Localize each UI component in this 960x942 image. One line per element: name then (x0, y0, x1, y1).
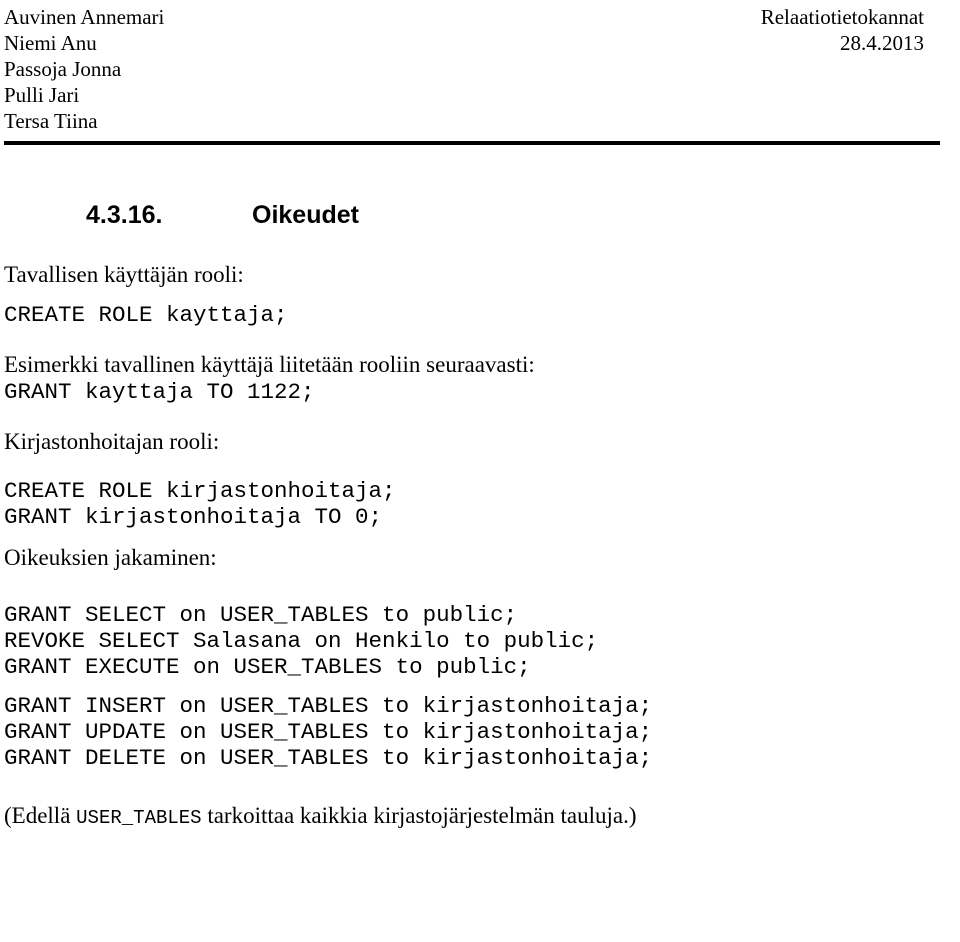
list-item: Passoja Jonna (4, 57, 122, 81)
code-create-role-kirjastonhoitaja: CREATE ROLE kirjastonhoitaja; (4, 478, 396, 504)
code-create-role-kayttaja: CREATE ROLE kayttaja; (4, 302, 288, 328)
document-body: Tavallisen käyttäjän rooli: CREATE ROLE … (4, 260, 940, 833)
list-item: Pulli Jari (4, 83, 80, 107)
note-user-tables: (Edellä USER_TABLES tarkoittaa kaikkia k… (4, 801, 940, 833)
label-librarian-role: Kirjastonhoitajan rooli: (4, 429, 220, 454)
code-grant-insert-librarian: GRANT INSERT on USER_TABLES to kirjaston… (4, 693, 653, 719)
section-title: Oikeudet (252, 201, 359, 229)
label-example-attach: Esimerkki tavallinen käyttäjä liitetään … (4, 352, 535, 377)
header-divider (4, 141, 940, 145)
code-grant-kayttaja: GRANT kayttaja TO 1122; (4, 379, 315, 405)
document-page: Auvinen Annemari Niemi Anu Passoja Jonna… (0, 0, 960, 942)
note-mono-term: USER_TABLES (76, 807, 202, 829)
note-suffix: tarkoittaa kaikkia kirjastojärjestelmän … (201, 803, 637, 828)
section-number: 4.3.16. (86, 201, 163, 229)
document-header: Auvinen Annemari Niemi Anu Passoja Jonna… (4, 0, 940, 145)
code-grant-update-librarian: GRANT UPDATE on USER_TABLES to kirjaston… (4, 719, 653, 745)
note-prefix: (Edellä (4, 803, 77, 828)
code-grant-delete-librarian: GRANT DELETE on USER_TABLES to kirjaston… (4, 745, 653, 771)
label-basic-user-role: Tavallisen käyttäjän rooli: (4, 262, 244, 287)
code-grant-select-public: GRANT SELECT on USER_TABLES to public; (4, 602, 518, 628)
label-granting-rights: Oikeuksien jakaminen: (4, 545, 217, 570)
code-grant-execute-public: GRANT EXECUTE on USER_TABLES to public; (4, 654, 531, 680)
list-item: Tersa Tiina (4, 109, 98, 133)
page-title: 4.3.16. Oikeudet (4, 200, 940, 230)
code-revoke-select-salasana: REVOKE SELECT Salasana on Henkilo to pub… (4, 628, 599, 654)
code-grant-kirjastonhoitaja: GRANT kirjastonhoitaja TO 0; (4, 504, 383, 530)
course-title: Relaatiotietokannat (760, 5, 924, 29)
header-meta: Relaatiotietokannat 28.4.2013 (761, 4, 924, 56)
document-date: 28.4.2013 (840, 31, 924, 55)
